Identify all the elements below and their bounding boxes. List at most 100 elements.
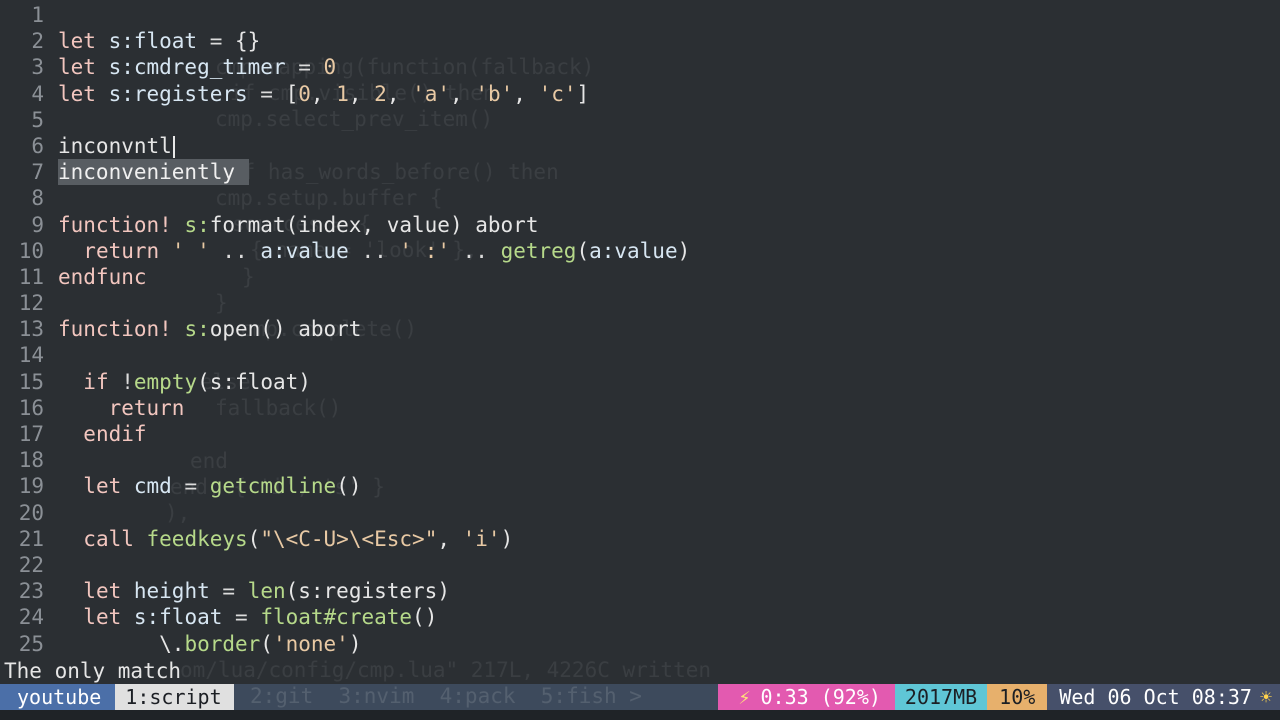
line-number: 7 <box>31 160 44 185</box>
code-token: ( <box>247 526 261 551</box>
line-code: let cmd = getcmdline() <box>58 473 361 499</box>
line-number: 11 <box>18 264 44 289</box>
code-token: let <box>83 605 134 630</box>
editor-line[interactable]: 17 endif <box>0 421 1280 447</box>
code-token: endif <box>83 422 147 446</box>
code-token: ( <box>260 631 273 656</box>
code-token: ' ' <box>171 238 210 263</box>
code-token: 'none' <box>272 631 349 656</box>
line-number: 1 <box>31 3 44 27</box>
line-code: let s:cmdreg_timer = 0 <box>58 54 336 80</box>
line-code: inconvntl <box>58 133 175 159</box>
editor-line[interactable]: 22 <box>0 552 1280 578</box>
line-code: endfunc <box>58 264 147 290</box>
editor-line[interactable]: 24 let s:float = float#create() <box>0 604 1280 630</box>
memory-usage: 2017MB <box>894 684 988 710</box>
line-number: 13 <box>18 317 44 342</box>
editor-line[interactable]: 3 let s:cmdreg_timer = 0 <box>0 54 1280 80</box>
code-token: .. <box>450 238 501 263</box>
code-token: {} <box>235 29 261 54</box>
code-token: getreg <box>500 238 577 263</box>
editor-line[interactable]: 6 inconvntl <box>0 133 1280 159</box>
code-token: cmd <box>133 474 172 499</box>
code-token: len <box>247 579 286 604</box>
code-token: ] <box>576 81 590 106</box>
code-editor[interactable]: 1 2 let s:float = {} 3 let s:cmdreg_timer = … <box>0 2 1280 657</box>
window-tab-active[interactable]: 1:script <box>115 684 234 710</box>
editor-line[interactable]: 20 <box>0 500 1280 526</box>
code-token: = <box>285 55 324 80</box>
date-time: Wed 06 Oct 08:37 ☀ <box>1047 684 1280 710</box>
line-code: inconveniently <box>58 159 250 186</box>
editor-line[interactable]: 10 return ' ' .. a:value .. ' :' .. getr… <box>0 238 1280 264</box>
editor-line[interactable]: 19 let cmd = getcmdline() <box>0 473 1280 499</box>
code-token: .. <box>209 238 261 263</box>
line-code: let s:float = {} <box>58 28 260 54</box>
code-token: getcmdline <box>209 474 337 499</box>
code-token: ) <box>348 631 362 656</box>
line-number: 4 <box>31 81 44 106</box>
code-token: \. <box>58 631 185 656</box>
editor-line[interactable]: 7 inconveniently <box>0 159 1280 186</box>
code-token: border <box>184 631 261 656</box>
line-code: return ' ' .. a:value .. ' :' .. getreg(… <box>58 238 690 264</box>
code-token: height <box>133 579 210 604</box>
editor-line[interactable]: 14 <box>0 342 1280 368</box>
editor-line[interactable]: 4 let s:registers = [0, 1, 2, 'a', 'b', '… <box>0 81 1280 107</box>
editor-line[interactable]: 11 endfunc <box>0 264 1280 290</box>
editor-line[interactable]: 8 <box>0 185 1280 211</box>
code-token: a:value <box>260 238 349 263</box>
code-token: , <box>450 81 476 106</box>
editor-line[interactable]: 16 return <box>0 395 1280 421</box>
editor-line[interactable]: 12 <box>0 290 1280 316</box>
session-name[interactable]: youtube <box>0 684 116 710</box>
code-token: (s:registers) <box>285 579 450 604</box>
editor-line[interactable]: 18 <box>0 447 1280 473</box>
code-token: 2 <box>374 81 387 106</box>
editor-line[interactable]: 23 let height = len(s:registers) <box>0 578 1280 604</box>
code-token: return <box>83 238 172 263</box>
line-number: 9 <box>31 212 44 237</box>
code-token: format(index, value) <box>209 212 476 237</box>
code-token: endfunc <box>58 264 147 289</box>
editor-line[interactable]: 2 let s:float = {} <box>0 28 1280 54</box>
line-code: endif <box>58 421 147 447</box>
code-token: s:float <box>133 605 223 630</box>
code-token: , <box>310 81 337 106</box>
editor-line[interactable]: 21 call feedkeys("\<C-U>\<Esc>", 'i') <box>0 526 1280 552</box>
editor-line[interactable]: 9 function! s:format(index, value) abort <box>0 212 1280 238</box>
code-token: = <box>209 579 248 604</box>
code-token: let <box>58 81 109 106</box>
code-token: 0 <box>323 55 337 80</box>
editor-line[interactable]: 1 <box>0 2 1280 28</box>
code-token: function! <box>58 212 185 237</box>
code-token: inconvntl <box>58 133 172 158</box>
code-token: abort <box>475 212 539 237</box>
line-code: let height = len(s:registers) <box>58 578 450 604</box>
line-number: 18 <box>18 448 44 473</box>
line-number: 6 <box>31 133 44 158</box>
line-code: function! s:open() abort <box>58 316 361 342</box>
completion-item[interactable]: inconveniently <box>58 159 250 186</box>
code-token: 'c' <box>538 81 577 106</box>
editor-line[interactable]: 5 <box>0 107 1280 133</box>
code-token: s:registers <box>108 81 248 106</box>
line-code: function! s:format(index, value) abort <box>58 212 538 238</box>
editor-line[interactable]: 15 if !empty(s:float) <box>0 369 1280 395</box>
code-token: ) <box>500 526 514 551</box>
line-code: if !empty(s:float) <box>58 369 311 395</box>
code-token: .. <box>348 238 400 263</box>
code-token: 1 <box>336 81 349 106</box>
line-number: 20 <box>18 500 44 525</box>
editor-line[interactable]: 25 \.border('none') <box>0 631 1280 657</box>
line-code: \.border('none') <box>58 631 361 657</box>
line-number: 17 <box>18 422 44 446</box>
editor-line[interactable]: 13 function! s:open() abort <box>0 316 1280 342</box>
line-code: let s:float = float#create() <box>58 604 437 630</box>
code-token: return <box>108 395 185 420</box>
sun-icon: ☀ <box>1259 685 1272 709</box>
